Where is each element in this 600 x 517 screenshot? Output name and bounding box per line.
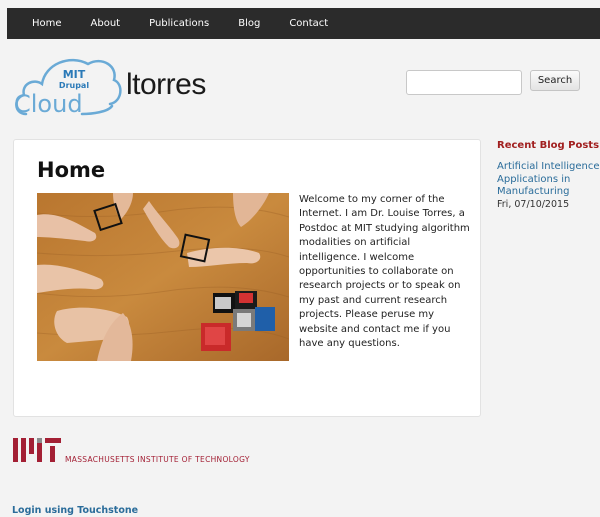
mit-logo-icon: [13, 438, 61, 462]
mit-footer-logo[interactable]: MASSACHUSETTS INSTITUTE OF TECHNOLOGY: [13, 438, 283, 464]
search-button[interactable]: Search: [530, 70, 580, 91]
hero-photo: [37, 193, 289, 361]
sidebar-heading: Recent Blog Posts: [497, 140, 600, 151]
logo-drupal-text: Drupal: [59, 81, 89, 90]
intro-paragraph: Welcome to my corner of the Internet. I …: [299, 194, 470, 350]
site-name[interactable]: ltorres: [126, 68, 206, 102]
institute-name: MASSACHUSETTS INSTITUTE OF TECHNOLOGY: [65, 455, 250, 464]
blog-post-date: Fri, 07/10/2015: [497, 198, 570, 210]
nav-contact[interactable]: Contact: [289, 18, 328, 29]
mit-drupal-cloud-logo[interactable]: MIT Drupal Cloud: [12, 50, 124, 120]
sidebar-recent-posts: Recent Blog Posts Artificial Intelligenc…: [497, 140, 600, 211]
logo-mit-text: MIT: [63, 68, 86, 81]
main-content-card: Home Welcome to my corner of the Interne…: [13, 139, 481, 417]
nav-publications[interactable]: Publications: [149, 18, 209, 29]
search-input[interactable]: [406, 70, 522, 95]
page-title: Home: [37, 158, 106, 182]
top-navigation: Home About Publications Blog Contact: [7, 8, 600, 39]
touchstone-login-link[interactable]: Login using Touchstone: [12, 505, 138, 516]
hands-with-robot-cubes-photo: [37, 193, 289, 361]
blog-post-link[interactable]: Artificial Intelligence Applications in …: [497, 161, 600, 199]
logo-cloud-text: Cloud: [14, 90, 83, 118]
nav-home[interactable]: Home: [32, 18, 62, 29]
cloud-base: [80, 104, 114, 116]
nav-about[interactable]: About: [91, 18, 121, 29]
nav-blog[interactable]: Blog: [238, 18, 260, 29]
